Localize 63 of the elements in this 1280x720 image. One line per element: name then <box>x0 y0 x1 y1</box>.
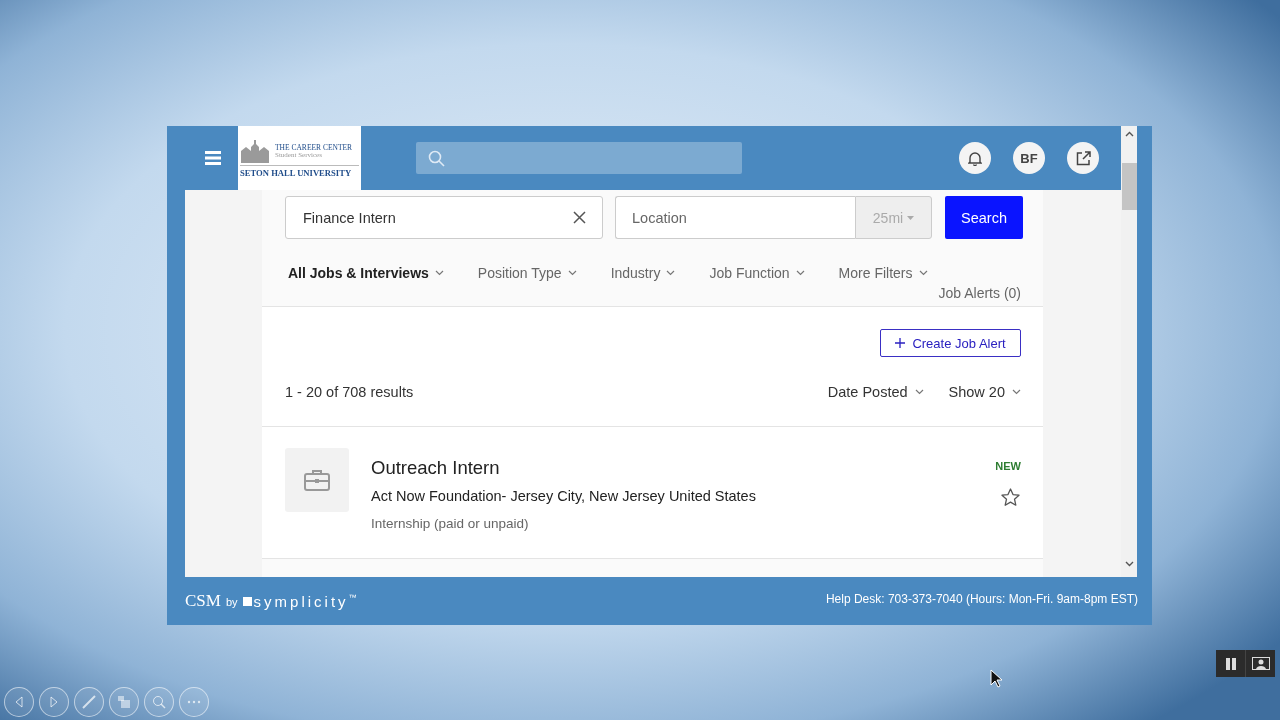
scrollbar-thumb[interactable] <box>1121 163 1137 210</box>
vendor-name: symplicity™ <box>253 593 360 610</box>
previous-button[interactable] <box>4 687 34 717</box>
filter-tab[interactable]: All Jobs & Interviews <box>288 265 444 281</box>
external-link-button[interactable] <box>1067 142 1099 174</box>
favorite-star-button[interactable] <box>1001 488 1020 506</box>
filter-tab[interactable]: Position Type <box>477 265 577 281</box>
pen-icon <box>81 694 97 710</box>
magnifier-icon <box>151 694 167 710</box>
square-icon <box>242 597 252 606</box>
pen-button[interactable] <box>74 687 104 717</box>
job-title[interactable]: Outreach Intern <box>371 457 996 479</box>
filter-tab[interactable]: Industry <box>610 265 676 281</box>
location-field[interactable]: Location <box>615 196 855 239</box>
bell-icon <box>968 150 982 166</box>
chevron-down-icon <box>434 270 444 276</box>
chevron-down-icon <box>795 270 805 276</box>
help-desk-text: Help Desk: 703-373-7040 (Hours: Mon-Fri. 9am-8pm EST) <box>825 592 1138 606</box>
search-button[interactable]: Search <box>945 196 1023 239</box>
next-button[interactable] <box>39 687 69 717</box>
filter-tab[interactable]: More Filters <box>838 265 928 281</box>
university-name: SETON HALL UNIVERSITY <box>240 164 359 178</box>
scroll-down-icon[interactable] <box>1124 561 1134 567</box>
by-text: by <box>225 596 238 608</box>
search-field[interactable] <box>416 142 742 174</box>
job-type: Internship (paid or unpaid) <box>371 516 530 531</box>
chevron-down-icon <box>914 389 924 395</box>
keyword-field[interactable]: Finance Intern <box>285 196 603 239</box>
page-size-dropdown[interactable]: Show 20 <box>948 384 1021 400</box>
slides-button[interactable] <box>109 687 139 717</box>
new-label: NEW <box>995 460 1021 472</box>
slides-icon <box>116 694 132 710</box>
filter-tab[interactable]: Job Function <box>709 265 805 281</box>
external-link-icon <box>1075 150 1091 166</box>
sort-dropdown[interactable]: Date Posted <box>827 384 924 400</box>
avatar-button[interactable]: BF <box>1013 142 1045 174</box>
menu-icon <box>205 151 221 165</box>
building-icon <box>240 138 272 163</box>
notification-button[interactable] <box>959 142 991 174</box>
job-alerts-link[interactable]: Job Alerts (0) <box>938 285 1021 301</box>
triangle-left-icon <box>14 696 24 708</box>
plus-icon <box>895 338 906 348</box>
chevron-down-icon <box>1012 389 1021 395</box>
menu-button[interactable] <box>205 151 221 165</box>
presenter-icon <box>1251 657 1270 670</box>
more-icon <box>186 700 202 704</box>
mouse-pointer-icon <box>990 669 1002 688</box>
zoom-button[interactable] <box>144 687 174 717</box>
more-button[interactable] <box>179 687 209 717</box>
caret-down-icon <box>907 215 915 220</box>
scroll-up-icon[interactable] <box>1124 131 1134 137</box>
results-count: 1 - 20 of 708 results <box>285 384 415 400</box>
briefcase-icon <box>304 468 330 492</box>
chevron-down-icon <box>918 270 928 276</box>
clear-icon[interactable] <box>573 211 586 224</box>
brand-name: CSM <box>185 591 221 611</box>
search-icon <box>428 149 445 167</box>
chevron-down-icon <box>666 270 676 276</box>
chevron-down-icon <box>567 270 577 276</box>
triangle-right-icon <box>49 696 59 708</box>
company-location: Act Now Foundation- Jersey City, New Jersey United States <box>371 488 757 504</box>
pause-icon <box>1224 657 1237 670</box>
create-job-alert-button[interactable]: Create Job Alert <box>880 329 1021 357</box>
